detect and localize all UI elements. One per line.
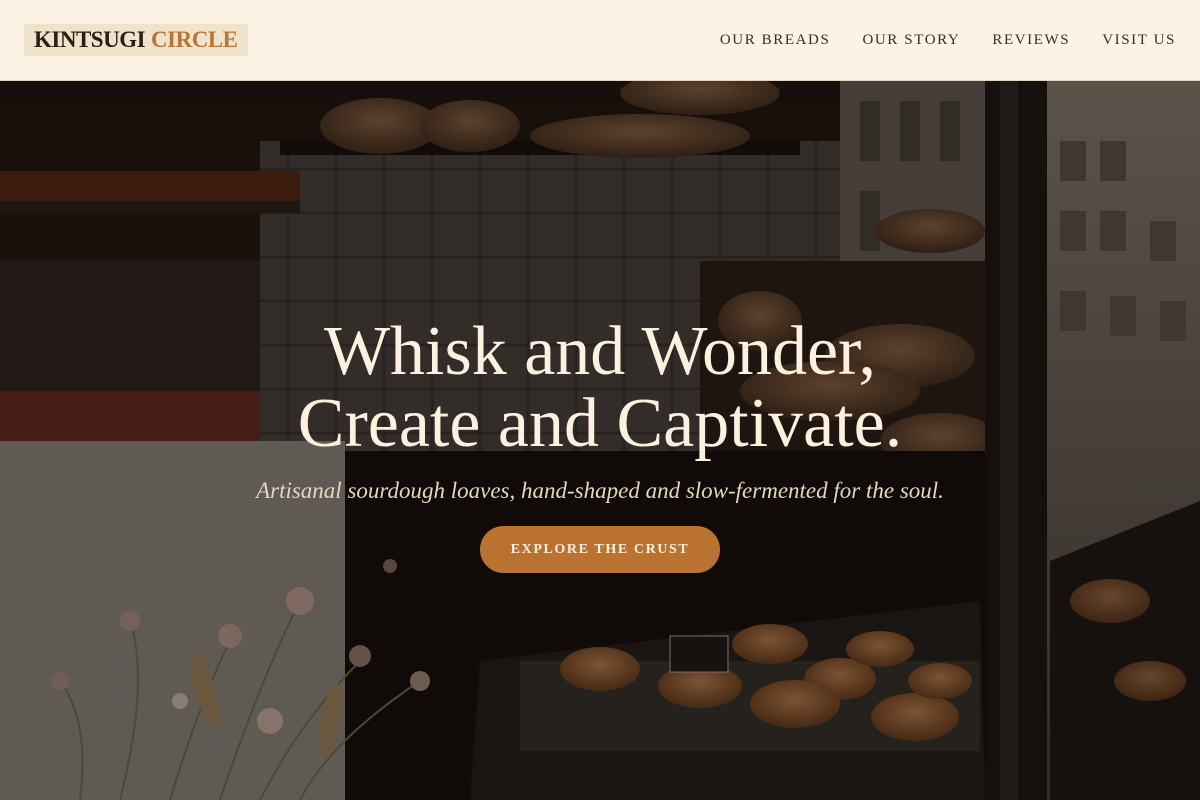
brand-logo[interactable]: KINTSUGI CIRCLE <box>24 24 248 56</box>
main-nav: OUR BREADS OUR STORY REVIEWS VISIT US <box>720 32 1176 49</box>
nav-visit-us[interactable]: VISIT US <box>1102 32 1176 49</box>
hero-section: Whisk and Wonder, Create and Captivate. … <box>0 81 1200 800</box>
nav-reviews[interactable]: REVIEWS <box>992 32 1070 49</box>
nav-our-story[interactable]: OUR STORY <box>862 32 960 49</box>
explore-the-crust-button[interactable]: EXPLORE THE CRUST <box>480 526 720 573</box>
hero-subtitle: Artisanal sourdough loaves, hand-shaped … <box>256 478 944 503</box>
hero-title-line1: Whisk and Wonder, <box>323 313 877 390</box>
hero-title: Whisk and Wonder, Create and Captivate. <box>0 316 1200 460</box>
brand-name-part1: KINTSUGI <box>34 27 146 52</box>
hero-title-line2: Create and Captivate. <box>297 385 903 462</box>
brand-name-part2: CIRCLE <box>151 27 238 52</box>
nav-our-breads[interactable]: OUR BREADS <box>720 32 831 49</box>
site-header: KINTSUGI CIRCLE OUR BREADS OUR STORY REV… <box>0 0 1200 81</box>
hero-content: Whisk and Wonder, Create and Captivate. … <box>0 316 1200 573</box>
